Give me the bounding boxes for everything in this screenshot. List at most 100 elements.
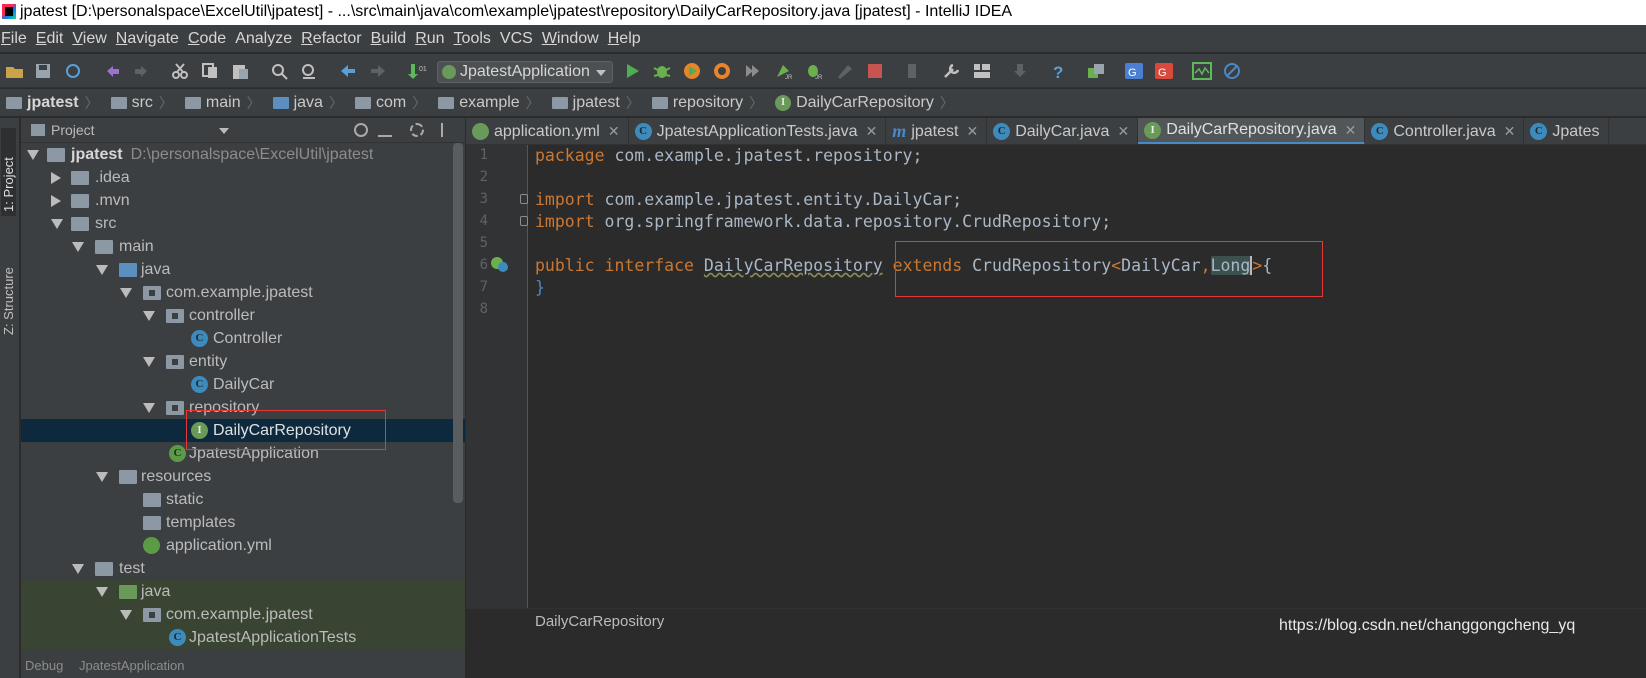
collapse-all-icon[interactable] xyxy=(378,123,392,137)
breadcrumb-example[interactable]: example 〉 xyxy=(432,93,545,113)
close-icon[interactable]: ✕ xyxy=(1117,123,1129,140)
code-editor[interactable]: package com.example.jpatest.repository; … xyxy=(529,145,1646,608)
expand-arrow-icon[interactable] xyxy=(51,219,63,229)
chevron-down-icon[interactable] xyxy=(219,128,229,134)
expand-arrow-icon[interactable] xyxy=(143,403,155,413)
expand-arrow-icon[interactable] xyxy=(143,311,155,321)
back-icon[interactable] xyxy=(338,62,358,80)
vcs-icon[interactable] xyxy=(1086,62,1106,80)
tree-item-application-yml[interactable]: application.yml xyxy=(21,534,465,557)
editor-tab-1[interactable]: C JpatestApplicationTests.java ✕ xyxy=(629,118,887,144)
hide-panel-icon[interactable] xyxy=(441,123,455,137)
synchronize-icon[interactable] xyxy=(63,62,83,80)
close-icon[interactable]: ✕ xyxy=(966,123,978,140)
expand-arrow-icon[interactable] xyxy=(72,242,84,252)
fold-marker-icon[interactable] xyxy=(520,194,528,204)
breadcrumb-jpatest-pkg[interactable]: jpatest 〉 xyxy=(546,93,646,113)
gear-icon[interactable] xyxy=(410,123,424,137)
tree-item-static[interactable]: static xyxy=(21,488,465,511)
cut-icon[interactable] xyxy=(170,62,190,80)
project-panel-title[interactable]: Project xyxy=(51,122,95,138)
close-icon[interactable]: ✕ xyxy=(866,123,878,140)
collapse-arrow-icon[interactable] xyxy=(51,195,61,207)
google-translate-icon[interactable]: G xyxy=(1124,62,1144,80)
expand-arrow-icon[interactable] xyxy=(96,265,108,275)
open-folder-icon[interactable] xyxy=(5,62,25,80)
redo-icon[interactable] xyxy=(131,62,151,80)
menu-item-window[interactable]: Window xyxy=(541,30,607,48)
tree-item-src[interactable]: src xyxy=(21,212,465,235)
tree-item-root[interactable]: jpatest D:\personalspace\ExcelUtil\jpates… xyxy=(21,143,465,166)
jrebel-debug-icon[interactable]: JR xyxy=(804,62,824,81)
breadcrumb-java[interactable]: java 〉 xyxy=(267,93,349,113)
menu-item-run[interactable]: Run xyxy=(414,30,452,48)
debug-tool-strip[interactable]: Debug JpatestApplication xyxy=(21,653,465,678)
tree-item-test-java[interactable]: java xyxy=(21,580,465,603)
breadcrumb-com[interactable]: com 〉 xyxy=(349,93,432,113)
forward-icon[interactable] xyxy=(368,62,388,80)
save-all-icon[interactable] xyxy=(33,62,53,80)
replace-icon[interactable] xyxy=(299,62,319,80)
close-icon[interactable]: ✕ xyxy=(1504,123,1516,140)
expand-arrow-icon[interactable] xyxy=(27,150,39,160)
breadcrumb-repository[interactable]: repository 〉 xyxy=(646,93,769,113)
tool-tab-structure[interactable]: Z: Structure xyxy=(1,235,16,339)
fold-marker-icon[interactable] xyxy=(520,216,528,226)
menu-item-file[interactable]: File xyxy=(0,30,35,48)
expand-arrow-icon[interactable] xyxy=(96,587,108,597)
editor-tab-3[interactable]: C DailyCar.java ✕ xyxy=(987,118,1139,144)
editor-tab-2[interactable]: m jpatest ✕ xyxy=(886,118,988,144)
tree-item-controller-class[interactable]: C Controller xyxy=(21,327,465,350)
breadcrumb-src[interactable]: src 〉 xyxy=(105,93,179,113)
tree-item-test[interactable]: test xyxy=(21,557,465,580)
tree-item-entity[interactable]: entity xyxy=(21,350,465,373)
tree-item-dailycar-class[interactable]: C DailyCar xyxy=(21,373,465,396)
menu-item-help[interactable]: Help xyxy=(607,30,649,48)
debug-icon[interactable] xyxy=(652,62,672,80)
tree-item-test-class[interactable]: C JpatestApplicationTests xyxy=(21,626,465,649)
breadcrumb-jpatest[interactable]: jpatest 〉 xyxy=(0,93,105,113)
paste-icon[interactable] xyxy=(230,62,250,80)
expand-arrow-icon[interactable] xyxy=(143,357,155,367)
tool-tab-project[interactable]: 1: Project xyxy=(1,128,16,216)
sdk-download-icon[interactable] xyxy=(1010,62,1030,80)
project-structure-icon[interactable] xyxy=(972,62,992,80)
expand-arrow-icon[interactable] xyxy=(72,564,84,574)
run-configuration-select[interactable]: JpatestApplication xyxy=(437,61,613,83)
menu-item-vcs[interactable]: VCS xyxy=(499,30,541,48)
build-project-icon[interactable]: 01 xyxy=(407,62,427,80)
profile-icon[interactable] xyxy=(712,62,732,80)
menu-item-analyze[interactable]: Analyze xyxy=(234,30,300,48)
expand-arrow-icon[interactable] xyxy=(96,472,108,482)
tree-item-controller[interactable]: controller xyxy=(21,304,465,327)
menu-item-code[interactable]: Code xyxy=(187,30,234,48)
menu-item-tools[interactable]: Tools xyxy=(453,30,499,48)
expand-arrow-icon[interactable] xyxy=(120,288,132,298)
tree-item-java[interactable]: java xyxy=(21,258,465,281)
menu-item-build[interactable]: Build xyxy=(370,30,415,48)
close-icon[interactable]: ✕ xyxy=(608,123,620,140)
find-icon[interactable] xyxy=(270,62,290,80)
implemented-interface-gutter-icon[interactable] xyxy=(491,257,509,273)
tree-item-test-package[interactable]: com.example.jpatest xyxy=(21,603,465,626)
tree-item-mvn[interactable]: .mvn xyxy=(21,189,465,212)
editor-tab-5[interactable]: C Controller.java ✕ xyxy=(1365,118,1525,144)
jrebel-run-icon[interactable]: JR xyxy=(774,62,794,81)
settings-wrench-icon[interactable] xyxy=(942,62,962,80)
tree-item-resources[interactable]: resources xyxy=(21,465,465,488)
copy-icon[interactable] xyxy=(200,62,220,80)
menu-item-edit[interactable]: Edit xyxy=(35,30,72,48)
menu-item-view[interactable]: View xyxy=(71,30,114,48)
concurrency-icon[interactable] xyxy=(742,62,762,80)
menu-item-refactor[interactable]: Refactor xyxy=(300,30,369,48)
breadcrumb-dailycarrepository[interactable]: I DailyCarRepository 〉 xyxy=(769,93,960,113)
attach-debugger-icon[interactable] xyxy=(835,62,855,80)
tree-item-templates[interactable]: templates xyxy=(21,511,465,534)
editor-tab-0[interactable]: application.yml ✕ xyxy=(466,118,629,144)
activity-monitor-icon[interactable] xyxy=(1192,62,1212,80)
project-structure-disabled-icon[interactable] xyxy=(903,62,923,80)
close-icon[interactable]: ✕ xyxy=(1345,122,1357,139)
editor-tab-4[interactable]: I DailyCarRepository.java ✕ xyxy=(1138,118,1366,144)
help-icon[interactable]: ? xyxy=(1048,62,1068,82)
collapse-arrow-icon[interactable] xyxy=(51,172,61,184)
